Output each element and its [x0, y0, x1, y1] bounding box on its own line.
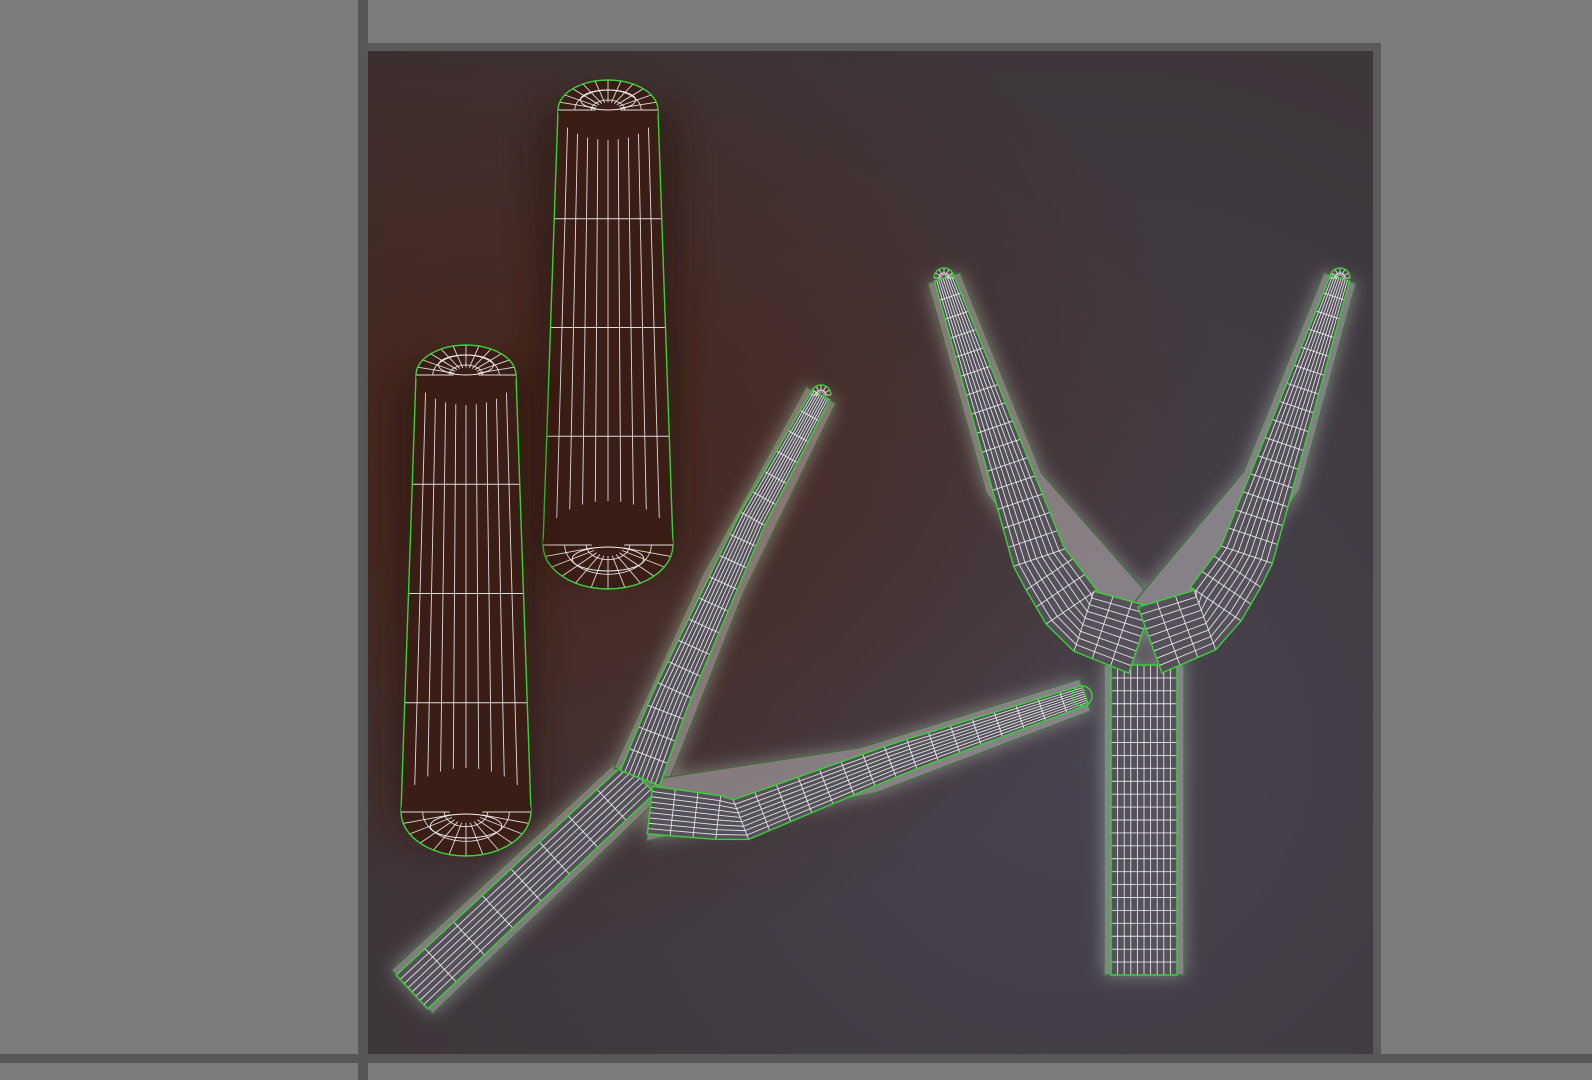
uv-editor-viewport[interactable] [0, 0, 1592, 1080]
uv-wireframe-canvas[interactable] [0, 0, 1592, 1080]
cylinder-shell-right[interactable] [533, 79, 683, 590]
cylinder-shell-left[interactable] [391, 344, 541, 857]
branch-shell-y[interactable] [927, 267, 1357, 976]
